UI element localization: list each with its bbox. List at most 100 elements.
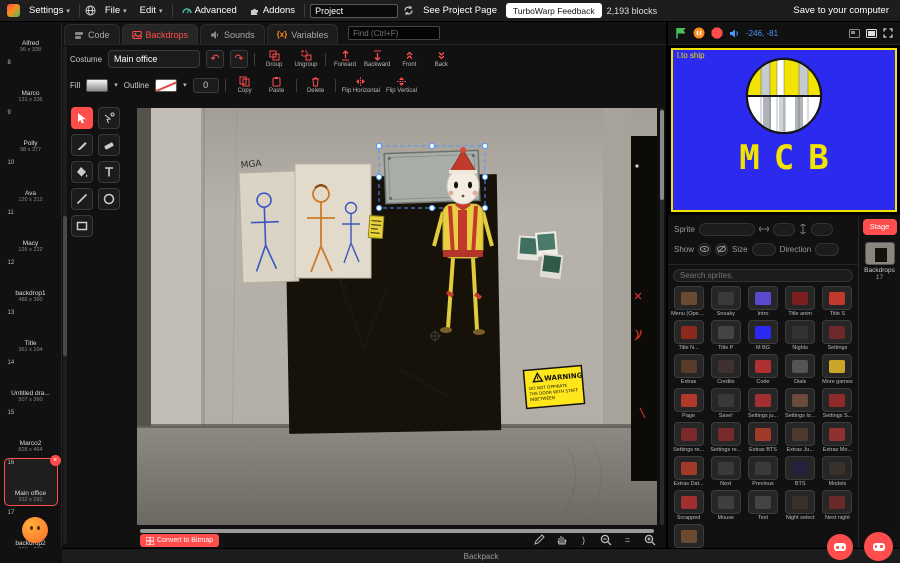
menu-file[interactable]: File ▾ xyxy=(101,0,131,22)
copy-button[interactable]: Copy xyxy=(232,76,258,94)
redo-button[interactable]: ↷ xyxy=(230,50,249,68)
paste-button[interactable]: Paste xyxy=(264,76,290,94)
delete-backdrop-button[interactable]: × xyxy=(49,455,61,466)
zoom-in-button[interactable] xyxy=(642,532,657,547)
forward-button[interactable]: Forward xyxy=(332,50,358,68)
front-button[interactable]: Front xyxy=(396,50,422,68)
pause-button[interactable] xyxy=(693,27,705,39)
fullscreen-button[interactable] xyxy=(883,28,893,38)
addon-robot-button[interactable] xyxy=(827,534,853,560)
backdrop-list-item[interactable]: 11 × Macy 126 x 222 xyxy=(4,208,58,256)
circle-tool-button[interactable] xyxy=(98,188,120,210)
sprite-item[interactable]: Title N... xyxy=(670,318,707,352)
fill-tool-button[interactable] xyxy=(71,161,93,183)
tab-sounds[interactable]: Sounds xyxy=(200,24,265,44)
sprite-item[interactable]: Previous n... xyxy=(670,522,707,548)
eraser-tool-button[interactable] xyxy=(98,134,120,156)
flip-horizontal-button[interactable]: Flip Horizontal xyxy=(342,76,380,94)
sprite-item[interactable]: Code xyxy=(744,352,781,386)
tab-code[interactable]: Code xyxy=(64,24,120,44)
paint-canvas[interactable]: MGA WARNING DO NOT OPPIRATE THE DOOR WIT… xyxy=(137,108,657,525)
zoom-reset-button[interactable]: = xyxy=(620,532,635,547)
menu-advanced[interactable]: Advanced xyxy=(178,0,241,22)
backpack-bar[interactable]: Backpack xyxy=(62,548,900,563)
sprite-item[interactable]: Settings re... xyxy=(670,420,707,454)
sprite-item[interactable]: Extras xyxy=(670,352,707,386)
sprite-item[interactable]: Extras Ju... xyxy=(782,420,819,454)
sprite-direction-input[interactable] xyxy=(815,242,840,256)
scrollbar-thumb[interactable] xyxy=(63,216,67,356)
sprite-item[interactable]: Extras BTS xyxy=(744,420,781,454)
sprite-item[interactable]: More games xyxy=(819,352,856,386)
green-flag-button[interactable] xyxy=(675,27,687,39)
sprite-item[interactable]: Credits xyxy=(707,352,744,386)
sprite-item[interactable]: Extras Mo... xyxy=(819,420,856,454)
sprite-item[interactable]: Scrapped xyxy=(670,488,707,522)
sprite-item[interactable]: Title S xyxy=(819,284,856,318)
sprite-item[interactable]: Settings xyxy=(819,318,856,352)
stage-view[interactable]: l.to ship MCB xyxy=(671,48,897,212)
large-stage-button[interactable] xyxy=(866,28,877,38)
sprite-item[interactable]: Previous xyxy=(744,454,781,488)
text-tool-button[interactable] xyxy=(98,161,120,183)
project-name-input[interactable] xyxy=(310,3,399,18)
backdrop-list-item[interactable]: 15 × Marco2 828 x 464 xyxy=(4,408,58,456)
sprite-item[interactable]: Settings ju... xyxy=(744,386,781,420)
sprite-item[interactable]: Menu (Open... xyxy=(670,284,707,318)
sprite-item[interactable]: Page xyxy=(670,386,707,420)
pen-cursor-icon[interactable] xyxy=(532,532,547,547)
sprite-item[interactable]: Sneaky xyxy=(707,284,744,318)
stage-button[interactable]: Stage xyxy=(862,219,897,235)
undo-button[interactable]: ↶ xyxy=(206,50,225,68)
sprite-item[interactable]: Night select xyxy=(782,488,819,522)
sprite-search-input[interactable] xyxy=(673,268,853,282)
save-to-computer-link[interactable]: Save to your computer xyxy=(789,0,893,22)
flip-vertical-button[interactable]: Flip Vertical xyxy=(386,76,417,94)
backdrop-list-item[interactable]: 7 × Alfred 96 x 338 xyxy=(4,22,58,56)
hide-sprite-button[interactable] xyxy=(715,242,729,256)
canvas-vertical-scrollbar[interactable] xyxy=(660,108,664,525)
find-input[interactable] xyxy=(348,26,441,40)
backdrop-list-item[interactable]: 12 × backdrop1 480 x 360 xyxy=(4,258,58,306)
addon-helper-button[interactable] xyxy=(864,532,893,561)
sprite-item[interactable]: Text xyxy=(744,488,781,522)
select-tool-button[interactable] xyxy=(71,107,93,129)
back-button[interactable]: Back xyxy=(428,50,454,68)
sprite-y-input[interactable] xyxy=(810,222,833,236)
sprite-item[interactable]: Next xyxy=(707,454,744,488)
language-globe-icon[interactable] xyxy=(85,5,96,16)
see-project-page-link[interactable]: See Project Page xyxy=(419,0,501,22)
show-sprite-button[interactable] xyxy=(698,242,712,256)
ungroup-button[interactable]: Ungroup xyxy=(293,50,319,68)
mascot-button[interactable] xyxy=(22,517,48,543)
scrollbar-thumb[interactable] xyxy=(660,110,664,200)
sprite-item[interactable]: Nights xyxy=(782,318,819,352)
backdrop-list-item[interactable]: 9 × Polly 98 x 377 xyxy=(4,108,58,156)
small-stage-button[interactable] xyxy=(849,28,860,38)
volume-icon[interactable] xyxy=(729,28,740,39)
sprite-x-input[interactable] xyxy=(772,222,795,236)
sprite-item[interactable]: Save! xyxy=(707,386,744,420)
stage-backdrop-thumbnail[interactable] xyxy=(864,242,895,265)
rectangle-tool-button[interactable] xyxy=(71,215,93,237)
sprite-item[interactable]: Settings re... xyxy=(707,420,744,454)
sprite-item[interactable]: Settings lo... xyxy=(782,386,819,420)
stage[interactable]: l.to ship MCB xyxy=(668,45,900,215)
sprite-item[interactable]: Extras Dat... xyxy=(670,454,707,488)
sprite-item[interactable]: Title P xyxy=(707,318,744,352)
backdrop-list-item[interactable]: 8 × Marco 131 x 336 xyxy=(4,58,58,106)
sprite-item[interactable]: Title anim xyxy=(782,284,819,318)
menu-edit[interactable]: Edit ▾ xyxy=(136,0,167,22)
sprite-item[interactable]: Settings S... xyxy=(819,386,856,420)
turbowarp-logo-icon[interactable] xyxy=(7,4,20,17)
fill-color-swatch[interactable] xyxy=(86,78,109,92)
tab-variables[interactable]: {x} Variables xyxy=(266,24,339,44)
convert-to-bitmap-button[interactable]: Convert to Bitmap xyxy=(140,534,220,547)
menu-settings[interactable]: Settings ▾ xyxy=(25,0,74,22)
backdrop-list-item[interactable]: 14 × Untitled dra... 507 x 360 xyxy=(4,358,58,406)
tab-backdrops[interactable]: Backdrops xyxy=(121,24,199,44)
backdrop-list-item[interactable]: 16 × Main office 332 x 291 xyxy=(3,455,61,506)
group-button[interactable]: Group xyxy=(261,50,287,68)
reshape-tool-button[interactable] xyxy=(98,107,120,129)
feedback-button[interactable]: TurboWarp Feedback xyxy=(506,3,602,18)
